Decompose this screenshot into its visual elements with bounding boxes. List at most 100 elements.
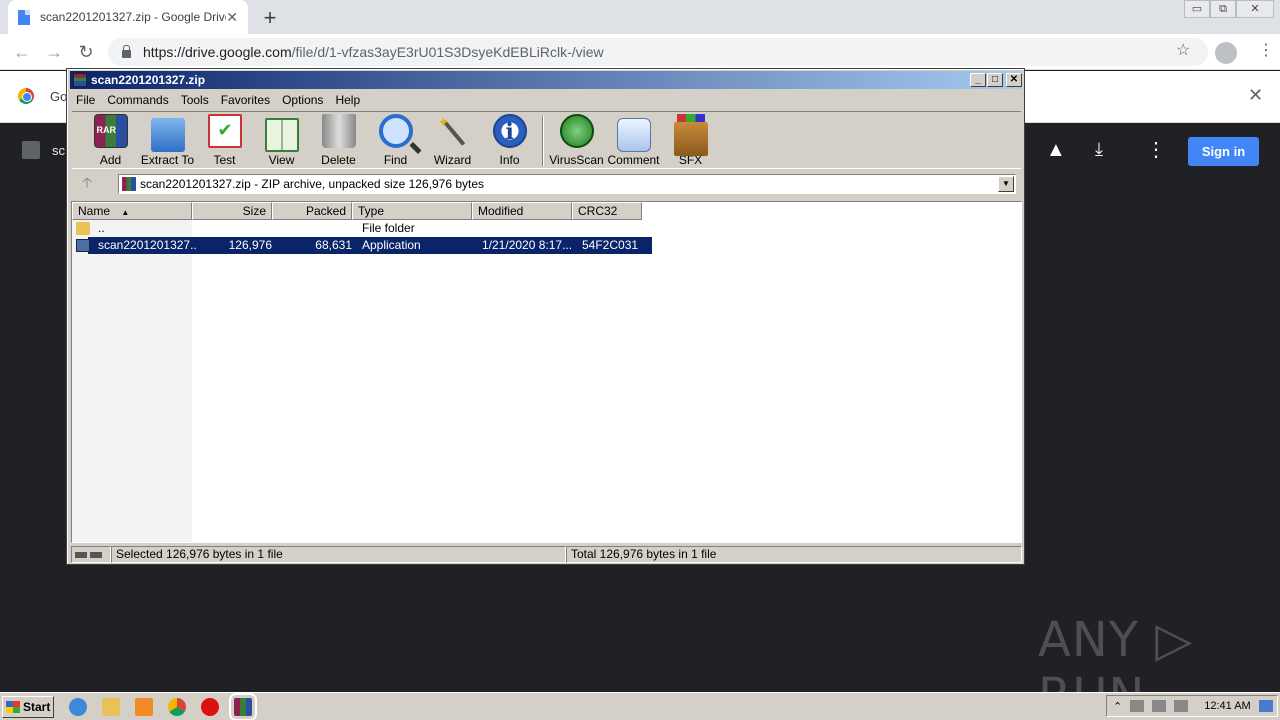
sfx-button[interactable]: SFX (662, 112, 719, 170)
tab-close-icon[interactable]: ✕ (226, 9, 238, 26)
column-header-size[interactable]: Size (192, 202, 272, 220)
internet-explorer-icon[interactable] (69, 697, 87, 716)
menu-tools[interactable]: Tools (175, 93, 215, 107)
column-header-crc32[interactable]: CRC32 (572, 202, 642, 220)
new-tab-button[interactable]: + (258, 5, 282, 31)
info-bar-close-icon[interactable]: ✕ (1248, 85, 1263, 106)
media-player-icon[interactable] (135, 697, 153, 716)
tab-title: scan2201201327.zip - Google Drive (40, 10, 227, 24)
table-row-selected[interactable]: scan2201201327... 126,976 68,631 Applica… (72, 237, 652, 254)
menu-options[interactable]: Options (276, 93, 329, 107)
info-bar-text: Go (50, 89, 68, 104)
column-header-packed[interactable]: Packed (272, 202, 352, 220)
opera-icon[interactable] (201, 697, 219, 716)
key-icon (90, 551, 102, 558)
test-label: Test (213, 153, 236, 167)
table-row[interactable]: .. File folder (72, 220, 652, 237)
status-drive-icons (71, 546, 111, 563)
row-packed (277, 220, 357, 237)
row-name: .. (98, 221, 105, 235)
winrar-minimize-button[interactable]: _ (970, 73, 986, 87)
wizard-label: Wizard (433, 153, 472, 167)
column-header-modified[interactable]: Modified (472, 202, 572, 220)
path-text: scan2201201327.zip - ZIP archive, unpack… (140, 177, 485, 191)
start-button[interactable]: Start (2, 695, 54, 718)
download-icon[interactable]: ⤓ (1095, 139, 1103, 160)
back-icon[interactable]: ← (10, 40, 34, 64)
winrar-title: scan2201201327.zip (91, 73, 206, 87)
status-bar: Selected 126,976 bytes in 1 file Total 1… (71, 546, 1022, 563)
profile-avatar[interactable] (1215, 42, 1237, 64)
find-button[interactable]: Find (367, 112, 424, 170)
virusscan-button[interactable]: VirusScan (548, 112, 605, 170)
status-total: Total 126,976 bytes in 1 file (566, 546, 1022, 563)
volume-icon[interactable] (1152, 700, 1167, 712)
more-actions-icon[interactable]: ⋮ (1146, 137, 1166, 162)
up-folder-icon[interactable]: 🡡 (72, 172, 102, 196)
wizard-button[interactable]: Wizard (424, 112, 481, 170)
drive-icon (75, 551, 87, 558)
browser-tab-strip: scan2201201327.zip - Google Drive ✕ + ▭ … (0, 0, 1280, 34)
winrar-taskbar-icon[interactable] (229, 692, 257, 720)
start-label: Start (23, 699, 51, 714)
menu-favorites[interactable]: Favorites (215, 93, 276, 107)
row-crc: 54F2C031 (582, 238, 639, 252)
menu-commands[interactable]: Commands (101, 93, 174, 107)
browser-tab[interactable]: scan2201201327.zip - Google Drive ✕ (8, 0, 248, 34)
chrome-taskbar-icon[interactable] (168, 697, 186, 716)
folder-icon (76, 222, 90, 235)
row-crc (577, 220, 647, 237)
sign-in-button[interactable]: Sign in (1188, 137, 1259, 166)
reload-icon[interactable]: ↻ (74, 40, 98, 64)
address-bar[interactable]: https://drive.google.com/file/d/1-vfzas3… (108, 38, 1208, 66)
winrar-menu-bar: File Commands Tools Favorites Options He… (70, 90, 1021, 109)
view-button[interactable]: View (253, 112, 310, 170)
comment-button[interactable]: Comment (605, 112, 662, 170)
row-type: File folder (362, 221, 415, 235)
extract-to-button[interactable]: Extract To (139, 112, 196, 170)
application-icon (76, 239, 90, 252)
row-size: 126,976 (228, 238, 272, 252)
virusscan-label: VirusScan (549, 153, 604, 167)
winrar-title-bar[interactable]: scan2201201327.zip _ □ ✕ (70, 71, 1022, 89)
bookmark-star-icon[interactable]: ☆ (1176, 40, 1190, 60)
find-label: Find (383, 153, 408, 167)
chevron-down-icon[interactable]: ▼ (998, 176, 1014, 192)
path-combobox[interactable]: scan2201201327.zip - ZIP archive, unpack… (118, 174, 1016, 194)
add-icon (93, 114, 128, 148)
explorer-folder-icon[interactable] (102, 697, 120, 716)
show-desktop-icon[interactable] (1258, 700, 1273, 712)
restore-button[interactable]: ⧉ (1210, 0, 1236, 18)
column-header-name[interactable]: Name ▲ (72, 202, 192, 220)
minimize-button[interactable]: ▭ (1184, 0, 1210, 18)
info-button[interactable]: Info (481, 112, 538, 170)
winrar-maximize-button[interactable]: □ (987, 73, 1003, 87)
clock[interactable]: 12:41 AM (1204, 700, 1250, 712)
row-name: scan2201201327... (98, 238, 197, 252)
add-button[interactable]: Add (82, 112, 139, 170)
file-list[interactable]: Name ▲ Size Packed Type Modified CRC32 .… (71, 201, 1022, 543)
taskbar: Start ⌃ 12:41 AM (0, 692, 1280, 720)
network-icon[interactable] (1130, 700, 1145, 712)
status-selected: Selected 126,976 bytes in 1 file (111, 546, 566, 563)
virus-bug-icon (559, 114, 594, 148)
menu-file[interactable]: File (70, 93, 101, 107)
forward-icon[interactable]: → (42, 40, 66, 64)
menu-help[interactable]: Help (329, 93, 366, 107)
add-to-drive-icon[interactable]: ▲ (1046, 139, 1066, 162)
action-center-flag-icon[interactable] (1174, 700, 1189, 712)
browser-toolbar: ← → ↻ https://drive.google.com/file/d/1-… (0, 34, 1280, 70)
info-label: Info (499, 153, 520, 167)
close-window-button[interactable]: ✕ (1236, 0, 1274, 18)
tray-expand-icon[interactable]: ⌃ (1113, 700, 1122, 713)
column-header-type[interactable]: Type (352, 202, 472, 220)
sfx-box-icon (673, 114, 708, 156)
delete-label: Delete (321, 153, 356, 167)
magnifier-icon (378, 114, 413, 148)
chrome-menu-icon[interactable]: ⋮ (1258, 40, 1274, 60)
winrar-close-button[interactable]: ✕ (1006, 73, 1022, 87)
winrar-toolbar: Add Extract To Test View Delete Find Wiz… (72, 111, 1021, 169)
delete-button[interactable]: Delete (310, 112, 367, 170)
test-button[interactable]: Test (196, 112, 253, 170)
add-label: Add (99, 153, 122, 167)
